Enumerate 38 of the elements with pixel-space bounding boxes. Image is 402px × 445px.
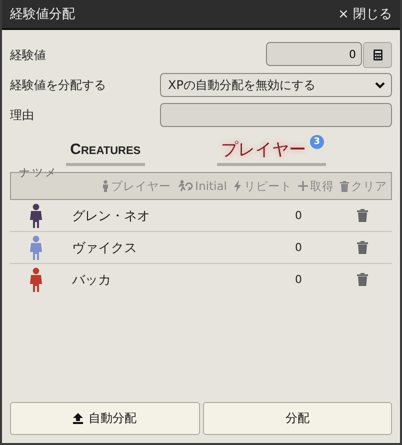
- delete-button[interactable]: [357, 273, 368, 286]
- trash-icon: [357, 209, 368, 222]
- player-row[interactable]: ヴァイクス 0: [10, 232, 392, 264]
- delete-button[interactable]: [357, 241, 368, 254]
- xp-label: 経験値: [10, 46, 46, 64]
- distribute-label: 経験値を分配する: [10, 76, 106, 94]
- lightning-icon: [233, 180, 242, 192]
- player-name: バッカ: [72, 272, 112, 288]
- plus-icon: [298, 181, 308, 191]
- player-row[interactable]: バッカ 0: [10, 264, 392, 295]
- tab[interactable]: プレイヤー 3: [216, 138, 326, 166]
- xp-field[interactable]: 0: [266, 42, 362, 66]
- trash-icon: [357, 241, 368, 254]
- player-xp: 0: [295, 273, 303, 286]
- distribute-select[interactable]: XPの自動分配を無効にする: [160, 73, 392, 97]
- player-name: ヴァイクス: [72, 240, 138, 256]
- upload-icon: [73, 413, 84, 424]
- close-button[interactable]: × 閉じる: [338, 5, 392, 23]
- distribute-button[interactable]: 分配: [202, 402, 392, 435]
- toolbar-label: ナツメ: [19, 165, 58, 180]
- person-icon: [102, 180, 110, 192]
- count-badge: 3: [310, 135, 324, 149]
- auto-distribute-button[interactable]: 自動分配: [10, 402, 200, 435]
- delete-button[interactable]: [357, 209, 368, 222]
- player-row[interactable]: グレン・ネオ 0: [10, 200, 392, 232]
- trash-icon: [357, 273, 368, 286]
- player-name: グレン・ネオ: [72, 208, 151, 224]
- running-person-icon: [177, 180, 194, 192]
- reason-field[interactable]: [160, 103, 392, 127]
- player-xp: 0: [295, 209, 303, 222]
- window-title: 経験値分配: [10, 6, 75, 23]
- chevron-down-icon: [375, 81, 385, 89]
- tab[interactable]: Creatures: [66, 138, 145, 166]
- calculator-button[interactable]: [363, 42, 392, 68]
- trash-icon: [340, 180, 349, 192]
- reason-label: 理由: [10, 106, 34, 124]
- player-xp: 0: [295, 241, 303, 254]
- calculator-icon: [372, 49, 382, 61]
